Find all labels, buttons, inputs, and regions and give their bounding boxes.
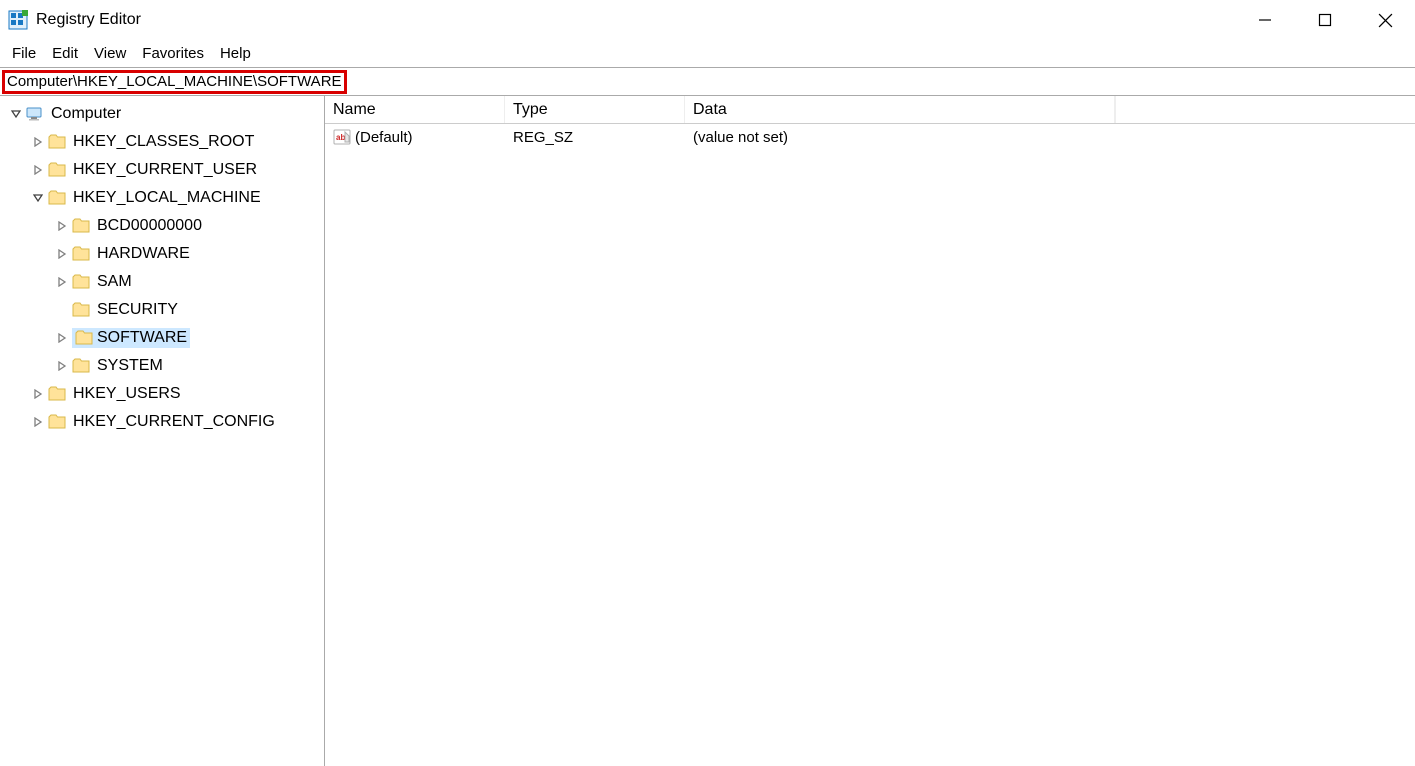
tree-security[interactable]: SECURITY [2,296,322,324]
tree-hkcc[interactable]: HKEY_CURRENT_CONFIG [2,408,322,436]
maximize-button[interactable] [1295,0,1355,40]
tree-label: SYSTEM [97,357,163,375]
chevron-right-icon[interactable] [54,246,70,262]
list-header: Name Type Data [325,96,1415,124]
column-header-type[interactable]: Type [505,96,685,123]
menu-help[interactable]: Help [212,43,259,64]
tree-label: HKEY_USERS [73,385,181,403]
tree-sam[interactable]: SAM [2,268,322,296]
tree-hku[interactable]: HKEY_USERS [2,380,322,408]
close-button[interactable] [1355,0,1415,40]
list-body[interactable]: ab (Default) REG_SZ (value not set) [325,124,1415,766]
folder-icon [72,357,90,375]
folder-icon [72,217,90,235]
chevron-right-icon[interactable] [54,358,70,374]
folder-icon [48,189,66,207]
tree-label: SECURITY [97,301,178,319]
folder-icon [75,329,93,347]
window-controls [1235,0,1415,40]
address-path[interactable]: Computer\HKEY_LOCAL_MACHINE\SOFTWARE [2,70,347,94]
column-header-name[interactable]: Name [325,96,505,123]
column-header-data[interactable]: Data [685,96,1115,123]
folder-icon [72,245,90,263]
menu-edit[interactable]: Edit [44,43,86,64]
chevron-right-icon[interactable] [30,386,46,402]
title-bar: Registry Editor [0,0,1415,40]
tree-label: SAM [97,273,132,291]
folder-icon [72,301,90,319]
tree-system[interactable]: SYSTEM [2,352,322,380]
menu-favorites[interactable]: Favorites [134,43,212,64]
column-header-spacer [1115,96,1415,123]
value-row[interactable]: ab (Default) REG_SZ (value not set) [325,124,1415,150]
chevron-right-icon[interactable] [30,162,46,178]
svg-text:ab: ab [336,133,345,142]
tree-computer[interactable]: Computer [2,100,322,128]
menu-bar: File Edit View Favorites Help [0,40,1415,68]
folder-icon [48,413,66,431]
tree-label: BCD00000000 [97,217,202,235]
string-value-icon: ab [333,128,351,146]
tree-hkcu[interactable]: HKEY_CURRENT_USER [2,156,322,184]
minimize-button[interactable] [1235,0,1295,40]
chevron-right-icon[interactable] [54,330,70,346]
tree-hkcr[interactable]: HKEY_CLASSES_ROOT [2,128,322,156]
tree-hardware[interactable]: HARDWARE [2,240,322,268]
folder-icon [48,133,66,151]
tree-label: HKEY_CLASSES_ROOT [73,133,254,151]
chevron-right-icon[interactable] [30,134,46,150]
value-type: REG_SZ [505,127,685,148]
menu-view[interactable]: View [86,43,134,64]
chevron-right-icon[interactable] [54,218,70,234]
tree-label: Computer [51,105,121,123]
tree-label: HKEY_CURRENT_CONFIG [73,413,275,431]
tree-label: SOFTWARE [97,329,187,347]
chevron-right-icon[interactable] [30,414,46,430]
tree-pane[interactable]: Computer HKEY_CLASSES_ROOT [0,96,325,766]
app-title: Registry Editor [36,11,141,29]
chevron-down-icon[interactable] [30,190,46,206]
value-data: (value not set) [685,127,1115,148]
address-bar[interactable]: Computer\HKEY_LOCAL_MACHINE\SOFTWARE [0,68,1415,96]
tree-bcd[interactable]: BCD00000000 [2,212,322,240]
list-pane: Name Type Data ab (Default) REG_SZ (valu… [325,96,1415,766]
tree-label: HKEY_LOCAL_MACHINE [73,189,261,207]
folder-icon [48,161,66,179]
main-area: Computer HKEY_CLASSES_ROOT [0,96,1415,766]
folder-icon [72,273,90,291]
chevron-down-icon[interactable] [8,106,24,122]
tree-label: HKEY_CURRENT_USER [73,161,257,179]
chevron-right-icon[interactable] [54,274,70,290]
tree-label: HARDWARE [97,245,190,263]
tree-software[interactable]: SOFTWARE [2,324,322,352]
menu-file[interactable]: File [4,43,44,64]
computer-icon [26,105,44,123]
folder-icon [48,385,66,403]
tree-hklm[interactable]: HKEY_LOCAL_MACHINE [2,184,322,212]
value-name: (Default) [355,129,413,146]
regedit-icon [8,10,28,30]
